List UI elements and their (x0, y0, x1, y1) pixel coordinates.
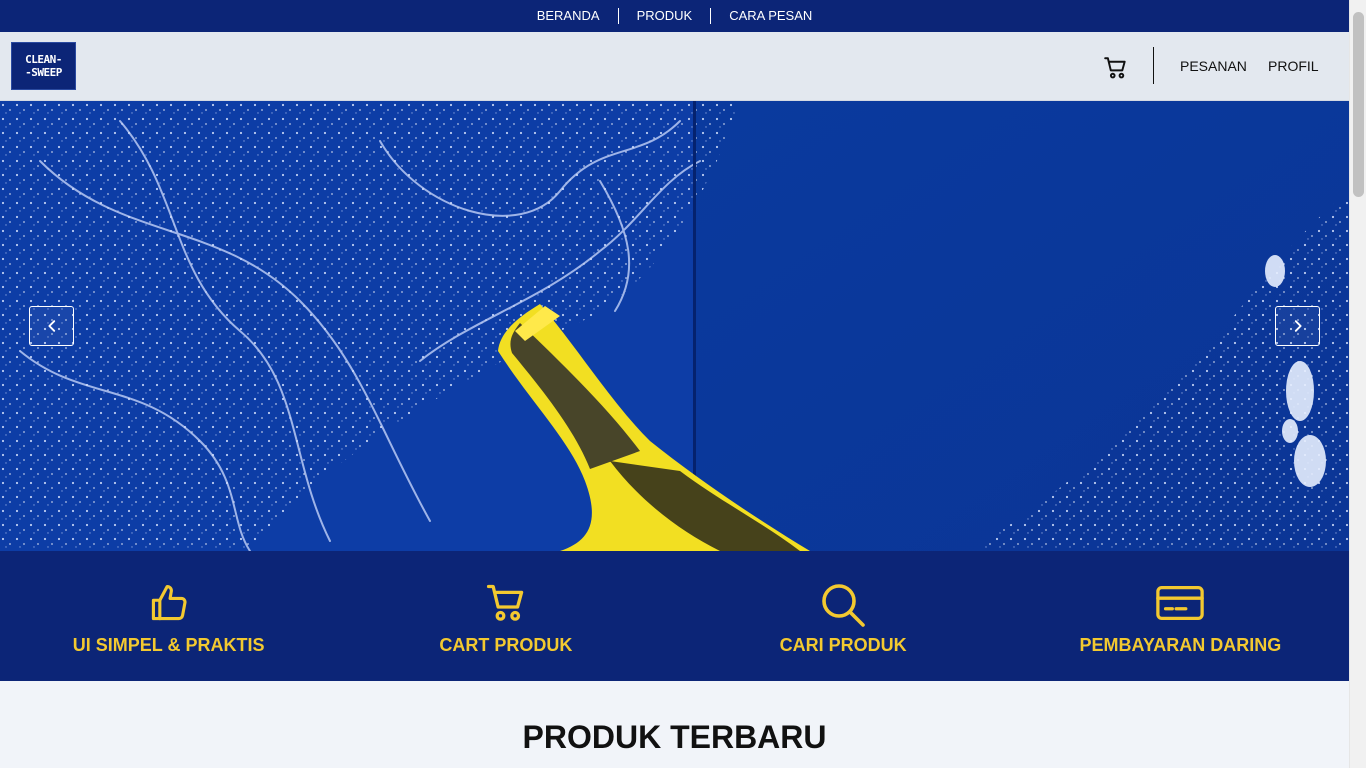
chevron-left-icon (47, 320, 55, 332)
thumbs-up-icon (151, 584, 187, 621)
cart-icon (486, 584, 524, 621)
hero-carousel (0, 101, 1349, 551)
feature-pembayaran-daring: PEMBAYARAN DARING (1012, 551, 1349, 681)
header-divider (1153, 47, 1154, 84)
nav-link-beranda[interactable]: BERANDA (519, 8, 618, 24)
section-title: PRODUK TERBARU (522, 719, 827, 755)
nav-link-produk[interactable]: PRODUK (617, 8, 711, 24)
carousel-prev-button[interactable] (29, 306, 74, 346)
header-link-pesanan[interactable]: PESANAN (1180, 58, 1247, 74)
site-header: CLEAN- -SWEEP PESANAN PROFIL (0, 32, 1349, 101)
feature-label: PEMBAYARAN DARING (1079, 635, 1282, 655)
logo-line-2: -SWEEP (25, 66, 62, 79)
header-link-profil[interactable]: PROFIL (1268, 58, 1319, 74)
search-icon (822, 584, 865, 627)
feature-label: UI SIMPEL & PRAKTIS (72, 635, 265, 655)
logo-line-1: CLEAN- (25, 53, 62, 66)
feature-ui-simpel: UI SIMPEL & PRAKTIS (0, 551, 337, 681)
feature-cari-produk: CARI PRODUK (675, 551, 1012, 681)
cart-icon (1104, 57, 1126, 79)
credit-card-icon (1156, 585, 1205, 621)
feature-cart-produk: CART PRODUK (337, 551, 674, 681)
feature-label: CARI PRODUK (779, 635, 907, 655)
page-scrollbar[interactable] (1349, 0, 1366, 768)
latest-products-section: PRODUK TERBARU (0, 681, 1349, 768)
brand-logo[interactable]: CLEAN- -SWEEP (11, 42, 76, 90)
hero-image (0, 101, 1349, 551)
header-cart-button[interactable] (1102, 54, 1130, 82)
chevron-right-icon (1294, 320, 1302, 332)
carousel-next-button[interactable] (1275, 306, 1320, 346)
nav-link-cara-pesan[interactable]: CARA PESAN (710, 8, 830, 24)
feature-label: CART PRODUK (439, 635, 573, 655)
features-band: UI SIMPEL & PRAKTIS CART PRODUK CARI PRO… (0, 551, 1349, 681)
scrollbar-thumb[interactable] (1353, 12, 1364, 197)
top-nav: BERANDA PRODUK CARA PESAN (0, 0, 1349, 32)
